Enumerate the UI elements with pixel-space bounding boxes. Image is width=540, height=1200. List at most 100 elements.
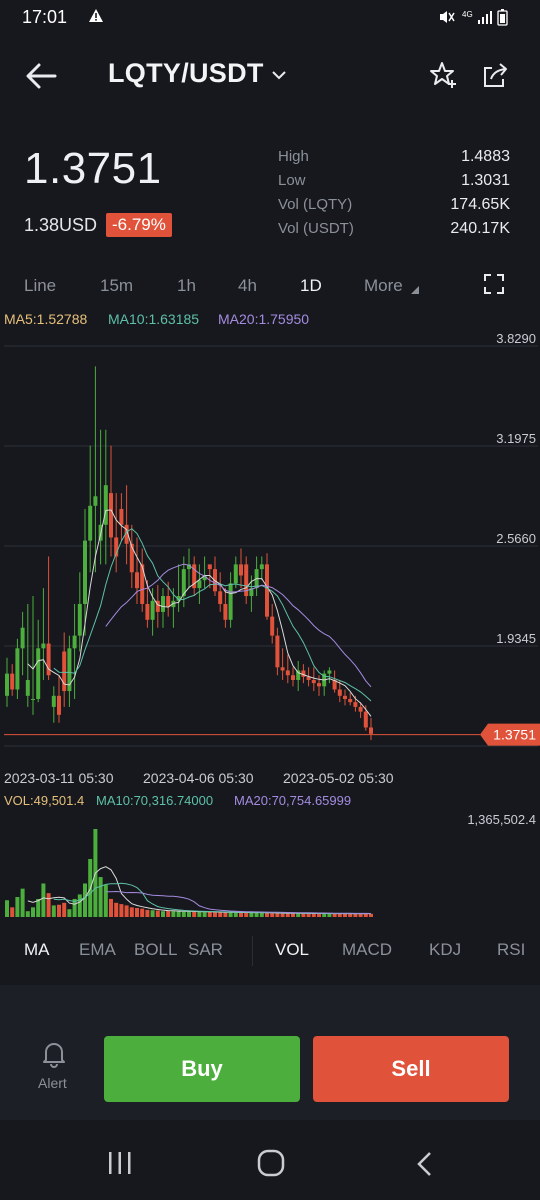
- tab-1d[interactable]: 1D: [300, 276, 322, 296]
- volume-bar: [254, 912, 259, 917]
- more-caret-icon: [411, 286, 419, 294]
- candle-body: [207, 564, 212, 570]
- alert-label[interactable]: Alert: [38, 1075, 67, 1091]
- candle-body: [72, 635, 77, 649]
- volume-bar: [285, 913, 290, 917]
- x-tick-label: 2023-04-06 05:30: [143, 770, 254, 786]
- volume-bar: [31, 907, 35, 917]
- indicator-vol[interactable]: VOL: [275, 940, 309, 960]
- bell-icon[interactable]: [40, 1040, 68, 1068]
- candle-body: [291, 675, 295, 680]
- candle-body: [265, 564, 269, 617]
- stat-row-low: Low 1.3031: [278, 172, 510, 196]
- vol-ma10-legend: MA10:70,316.74000: [96, 793, 214, 808]
- volume-bar: [228, 912, 233, 917]
- indicator-macd[interactable]: MACD: [342, 940, 392, 960]
- stat-value: 240.17K: [450, 220, 510, 237]
- volume-bar: [353, 913, 358, 917]
- pair-title[interactable]: LQTY/USDT: [108, 58, 264, 89]
- volume-bar: [161, 911, 165, 917]
- stat-value: 1.3031: [461, 172, 510, 189]
- candle-body: [135, 572, 139, 589]
- buy-button[interactable]: Buy: [104, 1036, 300, 1102]
- volume-bar: [239, 912, 243, 917]
- stat-row-high: High 1.4883: [278, 148, 510, 172]
- tab-1h[interactable]: 1h: [177, 276, 196, 296]
- candle-body: [10, 673, 15, 690]
- share-icon[interactable]: [480, 60, 510, 90]
- volume-bar: [280, 913, 285, 917]
- indicator-rsi[interactable]: RSI: [497, 940, 525, 960]
- stats-panel: High 1.4883 Low 1.3031 Vol (LQTY) 174.65…: [278, 148, 510, 244]
- indicator-divider: [252, 936, 253, 966]
- sell-button[interactable]: Sell: [313, 1036, 509, 1102]
- volume-bar: [41, 883, 46, 917]
- home-icon[interactable]: [256, 1148, 286, 1178]
- volume-bar: [322, 913, 327, 917]
- star-add-icon[interactable]: [428, 60, 458, 90]
- candle-body: [20, 627, 25, 649]
- stat-row-vol-base: Vol (LQTY) 174.65K: [278, 196, 510, 220]
- volume-bar: [192, 911, 197, 917]
- volume-bar: [46, 893, 51, 917]
- chevron-down-icon[interactable]: [270, 66, 288, 84]
- volume-bar: [15, 897, 20, 917]
- candle-body: [285, 670, 290, 676]
- volume-bar: [20, 888, 25, 917]
- status-bar: 17:01 4G: [0, 0, 540, 36]
- candle-body: [353, 702, 358, 707]
- candle-body: [275, 635, 280, 668]
- volume-bar: [140, 908, 145, 917]
- tab-4h[interactable]: 4h: [238, 276, 257, 296]
- system-back-icon[interactable]: [414, 1150, 434, 1178]
- x-tick-label: 2023-03-11 05:30: [4, 770, 114, 786]
- ma10-line: [53, 528, 372, 702]
- volume-bar: [327, 913, 332, 917]
- vol-ma20-legend: MA20:70,754.65999: [234, 793, 352, 808]
- candle-body: [83, 540, 87, 604]
- indicator-sar[interactable]: SAR: [188, 940, 223, 960]
- volume-bar: [166, 910, 171, 917]
- candle-body: [239, 564, 243, 576]
- ma10-legend: MA10:1.63185: [108, 311, 200, 327]
- indicator-boll[interactable]: BOLL: [134, 940, 177, 960]
- volume-bar: [5, 900, 9, 917]
- candle-body: [348, 698, 353, 703]
- ma5-legend: MA5:1.52788: [4, 311, 88, 327]
- warning-icon: [89, 9, 103, 22]
- indicator-kdj[interactable]: KDJ: [429, 940, 461, 960]
- candle-body: [223, 603, 228, 620]
- candle-body: [41, 643, 46, 649]
- signal-icon: [478, 11, 492, 24]
- volume-bar: [171, 911, 176, 917]
- usd-price: 1.38USD: [24, 215, 98, 235]
- tab-15m[interactable]: 15m: [100, 276, 133, 296]
- interval-tabs: Line 15m 1h 4h 1D More: [0, 270, 540, 302]
- volume-bar: [176, 911, 181, 917]
- tab-line[interactable]: Line: [24, 276, 56, 296]
- candle-body: [337, 689, 342, 696]
- indicator-ma[interactable]: MA: [24, 940, 50, 960]
- candle-body: [51, 695, 56, 707]
- network-label: 4G: [462, 10, 473, 19]
- candle-body: [343, 695, 347, 699]
- volume-bar: [124, 905, 129, 917]
- recent-apps-icon[interactable]: [106, 1150, 134, 1176]
- volume-bar: [103, 884, 108, 917]
- x-tick-label: 2023-05-02 05:30: [283, 770, 394, 786]
- volume-bar: [332, 913, 337, 917]
- volume-bar: [181, 911, 186, 917]
- y-tick-label: 2.5660: [496, 531, 536, 546]
- back-arrow-icon[interactable]: [24, 62, 58, 90]
- candle-body: [57, 695, 61, 715]
- fullscreen-icon[interactable]: [484, 274, 504, 294]
- volume-bar: [259, 912, 264, 917]
- tab-more[interactable]: More: [364, 276, 403, 296]
- volume-chart[interactable]: [0, 825, 540, 920]
- volume-bar: [348, 913, 353, 917]
- stat-value: 174.65K: [450, 196, 510, 213]
- indicator-ema[interactable]: EMA: [79, 940, 116, 960]
- volume-bar: [57, 904, 61, 917]
- candle-body: [197, 580, 202, 589]
- price-chart[interactable]: 3.82903.19752.56601.93451.30311.3751: [0, 332, 540, 762]
